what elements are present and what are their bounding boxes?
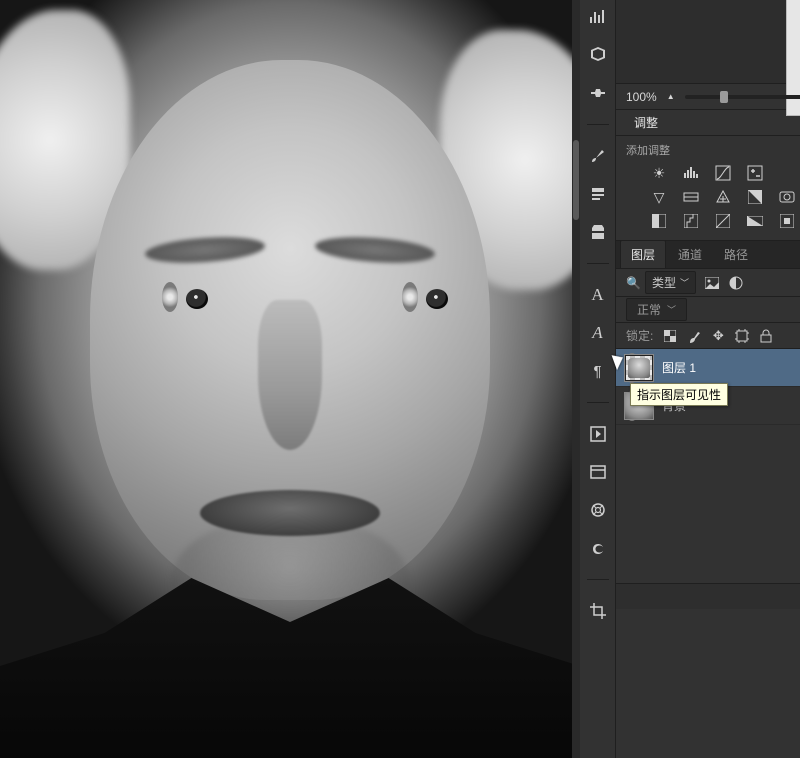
- layer-list-empty-area[interactable]: [616, 425, 800, 583]
- layer-filter-label: 类型: [652, 274, 676, 291]
- adjustments-panel: 添加调整 ☀ ▽: [616, 136, 800, 241]
- blend-mode-value: 正常: [637, 301, 661, 318]
- adj-invert-icon[interactable]: [650, 212, 668, 230]
- measure-icon[interactable]: [587, 82, 609, 104]
- filter-adjustment-icon[interactable]: [728, 275, 744, 291]
- layer-thumbnail[interactable]: [624, 354, 654, 382]
- brush-settings-icon[interactable]: [587, 183, 609, 205]
- document-image: [0, 0, 580, 758]
- brushes-icon[interactable]: [587, 145, 609, 167]
- tab-paths[interactable]: 路径: [714, 241, 758, 268]
- tab-adjustments[interactable]: 调整: [626, 110, 666, 135]
- layers-panel-footer: ⊂⊃: [616, 583, 800, 609]
- layer-filter-type-dropdown[interactable]: 类型 ﹀: [645, 271, 696, 294]
- tab-layers[interactable]: 图层: [620, 240, 666, 268]
- zoom-slider[interactable]: [685, 95, 800, 99]
- character-icon[interactable]: A: [587, 284, 609, 306]
- layer-row[interactable]: 👁 图层 1 指示图层可见性: [616, 349, 800, 387]
- adj-gradient-map-icon[interactable]: [746, 212, 764, 230]
- layers-filter-bar: 🔍 类型 ﹀: [616, 269, 800, 297]
- vertical-scrollbar-track[interactable]: [572, 0, 580, 758]
- lock-label: 锁定:: [626, 327, 653, 344]
- learn-icon[interactable]: [587, 499, 609, 521]
- zoom-value[interactable]: 100%: [626, 90, 657, 104]
- app-root: A A ¶: [0, 0, 800, 758]
- adj-exposure-icon[interactable]: [746, 164, 764, 182]
- layers-tabbar: 图层 通道 路径: [616, 241, 800, 269]
- lock-transparency-icon[interactable]: [663, 329, 677, 343]
- libraries-icon[interactable]: [587, 461, 609, 483]
- histogram-icon[interactable]: [587, 6, 609, 28]
- layer-list: 👁 图层 1 指示图层可见性 👁 背景: [616, 349, 800, 425]
- vertical-scrollbar-thumb[interactable]: [573, 140, 579, 220]
- adj-hue-sat-icon[interactable]: [682, 188, 700, 206]
- right-rail: A A ¶: [580, 0, 800, 758]
- panel-stack: 100% ▲ 调整 添加调整 ☀ ▽: [616, 0, 800, 758]
- lock-all-icon[interactable]: [759, 329, 773, 343]
- lock-artboard-icon[interactable]: [735, 329, 749, 343]
- layers-lock-row: 锁定: ✥: [616, 323, 800, 349]
- chevron-down-icon: ﹀: [667, 303, 676, 316]
- search-icon: 🔍: [626, 276, 641, 290]
- adj-photo-filter-icon[interactable]: [778, 188, 796, 206]
- adj-levels-icon[interactable]: [682, 164, 700, 182]
- lock-position-icon[interactable]: ✥: [711, 329, 725, 343]
- zoom-out-icon[interactable]: ▲: [667, 92, 675, 101]
- adjustments-panel-header: 调整: [616, 110, 800, 136]
- zoom-slider-knob[interactable]: [720, 91, 728, 103]
- clone-source-icon[interactable]: [587, 221, 609, 243]
- adj-brightness-icon[interactable]: ☀: [650, 164, 668, 182]
- layers-blend-row: 正常 ﹀ 不透: [616, 297, 800, 323]
- adj-selective-color-icon[interactable]: [778, 212, 796, 230]
- layer-visibility-tooltip: 指示图层可见性: [630, 383, 728, 406]
- adj-vibrance-icon[interactable]: ▽: [650, 188, 668, 206]
- collapsed-panel-strip: A A ¶: [580, 0, 616, 758]
- actions-icon[interactable]: [587, 423, 609, 445]
- paragraph-icon[interactable]: ¶: [587, 360, 609, 382]
- adj-posterize-icon[interactable]: [682, 212, 700, 230]
- adj-threshold-icon[interactable]: [714, 212, 732, 230]
- chevron-down-icon: ﹀: [680, 276, 689, 289]
- navigator-preview[interactable]: [616, 0, 800, 83]
- layer-name[interactable]: 图层 1: [662, 359, 696, 376]
- adjustments-add-label: 添加调整: [626, 142, 800, 158]
- adj-curves-icon[interactable]: [714, 164, 732, 182]
- blend-mode-dropdown[interactable]: 正常 ﹀: [626, 298, 687, 321]
- filter-image-icon[interactable]: [704, 275, 720, 291]
- navigator-zoom-bar: 100% ▲: [616, 83, 800, 109]
- lock-pixels-icon[interactable]: [687, 329, 701, 343]
- adj-bw-icon[interactable]: [746, 188, 764, 206]
- glyphs-icon[interactable]: A: [587, 322, 609, 344]
- adj-color-balance-icon[interactable]: [714, 188, 732, 206]
- tab-channels[interactable]: 通道: [668, 241, 712, 268]
- crop-icon[interactable]: [587, 600, 609, 622]
- cc-icon[interactable]: [587, 537, 609, 559]
- 3d-icon[interactable]: [587, 44, 609, 66]
- navigator-panel: 100% ▲: [616, 0, 800, 110]
- document-canvas[interactable]: [0, 0, 580, 758]
